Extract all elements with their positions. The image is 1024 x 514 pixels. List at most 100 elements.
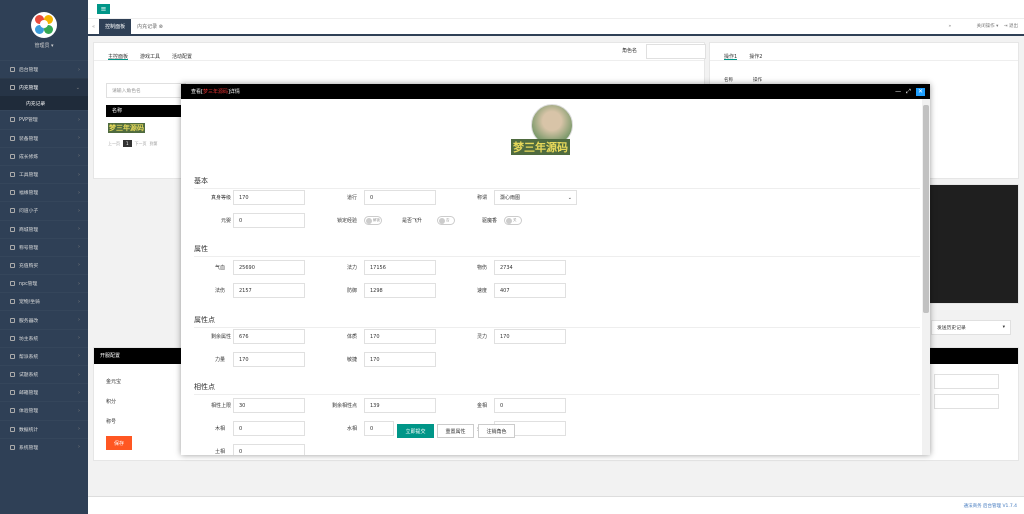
metal-label: 金相: [451, 402, 487, 409]
row-title: 称号: [106, 418, 116, 425]
logout-role-button[interactable]: 注销角色: [478, 424, 515, 438]
pager-prev[interactable]: 上一页: [108, 141, 120, 147]
scrollbar-thumb[interactable]: [923, 105, 929, 313]
points-input[interactable]: [934, 394, 999, 409]
sidebar-item-3[interactable]: 装备管理›: [0, 129, 88, 147]
chevron-icon: ›: [78, 335, 80, 341]
sidebar-item-label: 体验管理: [19, 407, 38, 414]
sidebar-item-6[interactable]: 福缘管理›: [0, 183, 88, 201]
sidebar-item-2[interactable]: PVP管理›: [0, 110, 88, 128]
yuanying-input[interactable]: 0: [233, 213, 305, 228]
sidebar-item-label: 福缘管理: [19, 189, 38, 196]
sidebar-item-15[interactable]: 帮派系统›: [0, 347, 88, 365]
sidebar-item-9[interactable]: 称号管理›: [0, 238, 88, 256]
wood-input[interactable]: 0: [233, 421, 305, 436]
menu-toggle-button[interactable]: ≡: [97, 4, 110, 14]
chevron-icon: ›: [78, 444, 80, 450]
role-name-label: 角色名: [622, 47, 637, 54]
sidebar-item-4[interactable]: 成长修炼 ›: [0, 147, 88, 165]
matk-input[interactable]: 2157: [233, 283, 305, 298]
pager-page[interactable]: 1: [123, 140, 132, 147]
sidebar-item-19[interactable]: 数据统计 ›: [0, 420, 88, 438]
str-input[interactable]: 170: [233, 352, 305, 367]
logo-icon: [31, 12, 57, 38]
search-input[interactable]: 请输入角色名: [106, 83, 186, 98]
earth-input[interactable]: 0: [233, 444, 305, 455]
phase-left-input[interactable]: 139: [364, 398, 436, 413]
minimize-icon[interactable]: —: [895, 88, 901, 96]
con-input[interactable]: 170: [364, 329, 436, 344]
spi-input[interactable]: 170: [494, 329, 566, 344]
attr-left-input[interactable]: 676: [233, 329, 305, 344]
sidebar-item-label: npc管理: [19, 280, 37, 287]
sidebar-item-8[interactable]: 商城管理›: [0, 220, 88, 238]
tab-activity-config[interactable]: 活动配置: [172, 53, 192, 60]
sidebar-item-20[interactable]: 系统管理›: [0, 438, 88, 456]
agi-input[interactable]: 170: [364, 352, 436, 367]
sidebar-item-11[interactable]: npc管理›: [0, 274, 88, 292]
phase-left-label: 剩余相性点: [321, 402, 357, 409]
history-select[interactable]: 发送历史记录▾: [931, 320, 1011, 335]
tab-dashboard[interactable]: 控制面板: [99, 19, 131, 35]
sidebar-item-14[interactable]: 坊主系统›: [0, 329, 88, 347]
mp-input[interactable]: 17156: [364, 260, 436, 275]
fly-toggle[interactable]: 否: [437, 216, 455, 225]
tab-main-control[interactable]: 主控面板: [108, 53, 128, 60]
admin-name[interactable]: 管理员 ▾: [34, 42, 53, 49]
sidebar-item-10[interactable]: 充值购买›: [0, 256, 88, 274]
title-select[interactable]: 灏心雨图⌄: [494, 190, 577, 205]
tabs-left-arrow-icon[interactable]: «: [88, 24, 99, 30]
tab-op2[interactable]: 操作2: [749, 53, 762, 60]
sidebar-item-18[interactable]: 体验管理›: [0, 401, 88, 419]
role-name-input[interactable]: [646, 44, 706, 59]
menu-item-icon: [10, 245, 15, 250]
spd-input[interactable]: 407: [494, 283, 566, 298]
chevron-icon: ›: [78, 153, 80, 159]
sidebar-item-7[interactable]: 问道小子›: [0, 201, 88, 219]
dao-input[interactable]: 0: [364, 190, 436, 205]
phase-cap-input[interactable]: 30: [233, 398, 305, 413]
tab-op1[interactable]: 操作1: [724, 53, 737, 60]
pager-next[interactable]: 下一页: [135, 141, 147, 147]
patk-input[interactable]: 2734: [494, 260, 566, 275]
water-input[interactable]: 0: [364, 421, 394, 436]
sidebar-item-label: 数据统计: [19, 426, 38, 433]
mojin-toggle[interactable]: 关: [504, 216, 522, 225]
level-input[interactable]: 170: [233, 190, 305, 205]
modal-header: 查看[梦三年源码]详情 — ⤢ ✕: [181, 84, 930, 99]
metal-input[interactable]: 0: [494, 398, 566, 413]
title-label: 称谓: [451, 194, 487, 201]
reset-attr-button[interactable]: 重置属性: [437, 424, 474, 438]
sidebar-item-17[interactable]: 邮箱管理›: [0, 383, 88, 401]
save-button[interactable]: 保存: [106, 436, 132, 450]
logout-link[interactable]: ⇥ 退出: [1004, 24, 1018, 29]
sidebar-item-label: 工具管理: [19, 171, 38, 178]
spd-label: 速度: [451, 287, 487, 294]
tabs-right-arrow-icon[interactable]: »: [948, 24, 951, 29]
tab-recharge[interactable]: 内充记录 ⊗: [131, 19, 169, 35]
modal-scrollbar[interactable]: [922, 99, 930, 455]
chevron-icon: ›: [78, 353, 80, 359]
sidebar-item-1[interactable]: 内充管理⌄: [0, 78, 88, 96]
sidebar-item-16[interactable]: 试题系统›: [0, 365, 88, 383]
menu-item-icon: [10, 281, 15, 286]
sidebar-item-13[interactable]: 服务器改›: [0, 310, 88, 328]
sidebar-subitem-recharge[interactable]: 内充记录: [0, 96, 88, 110]
hp-input[interactable]: 25690: [233, 260, 305, 275]
chevron-icon: ›: [78, 426, 80, 432]
sidebar-item-12[interactable]: 宠物/坐骑›: [0, 292, 88, 310]
def-input[interactable]: 1298: [364, 283, 436, 298]
tab-game-tools[interactable]: 游戏工具: [140, 53, 160, 60]
chevron-icon: ›: [78, 262, 80, 268]
sidebar-item-5[interactable]: 工具管理›: [0, 165, 88, 183]
gold-input[interactable]: [934, 374, 999, 389]
sidebar-item-0[interactable]: 后台管理›: [0, 60, 88, 78]
submit-button[interactable]: 立即提交: [397, 424, 434, 438]
menu-item-icon: [10, 390, 15, 395]
sidebar-item-label: 成长修炼: [19, 153, 38, 160]
def-label: 防御: [321, 287, 357, 294]
lock-toggle[interactable]: 解锁: [364, 216, 382, 225]
close-ops-dropdown[interactable]: 关闭操作 ▾: [977, 24, 999, 29]
close-icon[interactable]: ✕: [916, 88, 925, 96]
maximize-icon[interactable]: ⤢: [906, 88, 911, 96]
